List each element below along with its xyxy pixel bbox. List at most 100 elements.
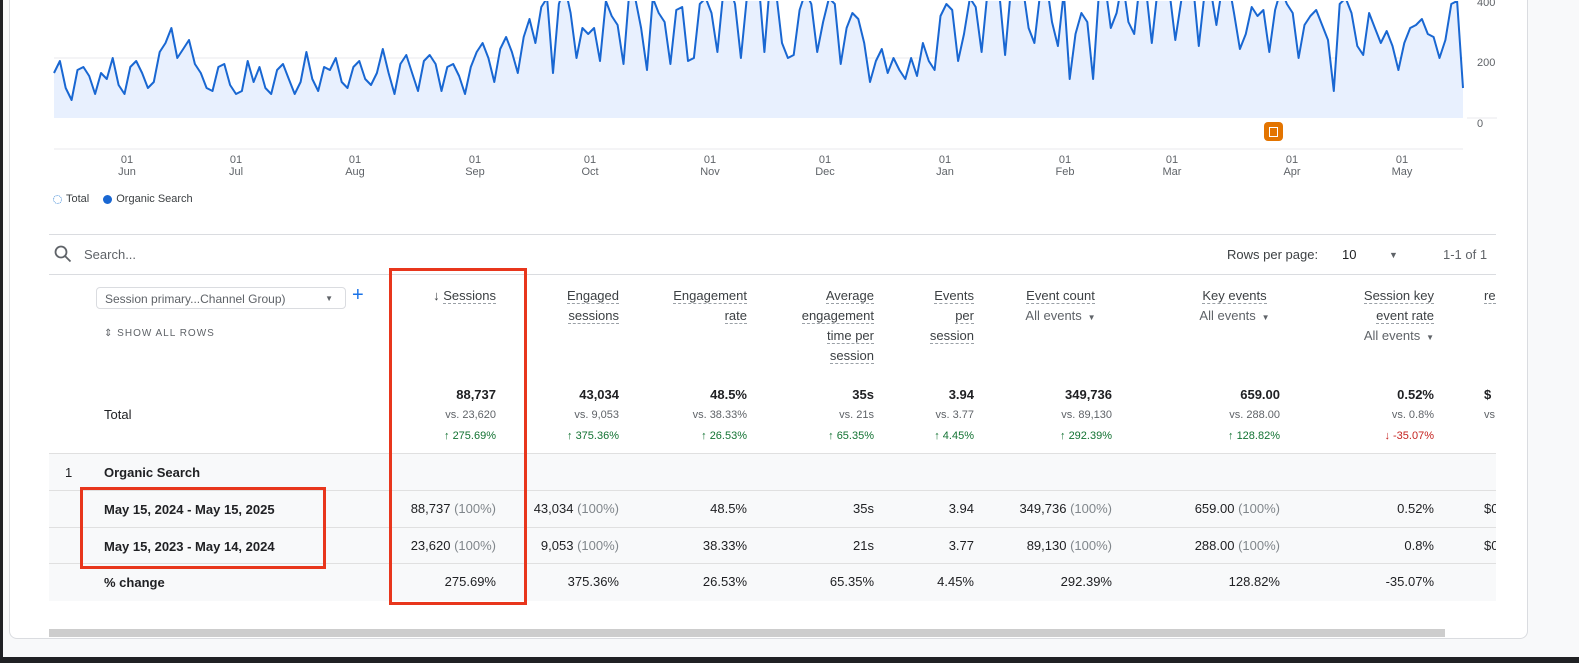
y-tick-label: 400 <box>1477 0 1496 9</box>
total-change: ↑ 292.39% <box>1060 430 1112 442</box>
column-header[interactable]: Session key event rate <box>1309 286 1434 326</box>
total-change: ↑ 375.36% <box>567 430 619 442</box>
chart-legend: Total Organic Search <box>53 193 193 205</box>
column-header-text: re <box>1484 288 1496 304</box>
arrow-up-icon: ↑ <box>567 430 576 442</box>
column-8: re $ vs $0.0 $0.0 <box>1484 274 1496 601</box>
column-header[interactable]: re <box>1484 286 1496 306</box>
x-tick-label: 01 May <box>1391 154 1413 178</box>
search-input[interactable]: Search... <box>84 247 136 262</box>
y-tick-label: 0 <box>1477 118 1484 130</box>
period1-value: 659.00 (100%) <box>1194 501 1280 516</box>
series-area <box>54 1 1463 118</box>
row-name[interactable]: Organic Search <box>104 465 200 480</box>
event-filter-select[interactable]: All events ▼ <box>1309 326 1434 348</box>
column-header[interactable]: Key events <box>1189 286 1280 306</box>
search-icon <box>54 245 72 263</box>
percent-change-value: 4.45% <box>937 574 974 589</box>
period2-value: 0.8% <box>1404 538 1434 553</box>
sessions-highlight-box <box>389 268 527 605</box>
rows-per-page-select[interactable]: 10 <box>1342 247 1356 262</box>
column-header-text: Session key <box>1363 288 1434 304</box>
window-edge-bottom <box>0 657 1579 663</box>
annotation-icon[interactable] <box>1264 122 1283 141</box>
column-header-text: engagement <box>801 308 874 324</box>
filter-label: All events <box>1363 328 1421 343</box>
column-header[interactable]: Events per session <box>909 286 974 346</box>
column-6: Key events All events ▼ 659.00 vs. 288.00 ↑ … <box>1189 274 1280 601</box>
column-header[interactable]: Engagement rate <box>649 286 747 326</box>
chevron-down-icon[interactable]: ▼ <box>1389 250 1398 260</box>
chevron-down-icon: ▼ <box>1085 313 1096 322</box>
horizontal-scrollbar[interactable] <box>49 629 1445 637</box>
period1-value: 3.94 <box>948 501 974 516</box>
column-header-text: session <box>929 328 974 344</box>
total-change: ↑ 4.45% <box>934 430 974 442</box>
total-value: 3.94 <box>948 387 974 402</box>
show-all-rows-button[interactable]: ⇕ SHOW ALL ROWS <box>104 328 215 339</box>
column-header-text: Events <box>934 288 974 304</box>
period1-value: 48.5% <box>710 501 747 516</box>
x-tick-label: 01 Dec <box>815 154 835 178</box>
total-comparison: vs <box>1484 409 1495 421</box>
column-2: Engagement rate 48.5% vs. 38.33% ↑ 26.53% 48.… <box>649 274 747 601</box>
column-5: Event count All events ▼ 349,736 vs. 89,130… <box>1009 274 1112 601</box>
total-comparison: vs. 38.33% <box>692 409 747 421</box>
x-tick-label: 01 Jun <box>118 154 136 178</box>
x-tick-label: 01 Apr <box>1283 154 1301 178</box>
event-filter-select[interactable]: All events ▼ <box>1009 306 1112 328</box>
total-change: ↑ 128.82% <box>1228 430 1280 442</box>
column-3: Average engagement time per session 35s vs. 2… <box>779 274 874 601</box>
window-edge <box>0 0 3 663</box>
table-toolbar: Search... Rows per page: 10 ▼ 1-1 of 1 <box>49 234 1496 275</box>
arrow-up-icon: ↑ <box>934 430 943 442</box>
period2-value: 288.00 (100%) <box>1194 538 1280 553</box>
sessions-line-chart <box>53 1 1497 150</box>
chevron-down-icon: ▼ <box>325 294 333 303</box>
column-header[interactable]: Average engagement time per session <box>779 286 874 366</box>
total-comparison: vs. 0.8% <box>1391 409 1434 421</box>
column-header-text: per <box>955 308 974 324</box>
arrow-down-icon: ↓ <box>1384 430 1394 442</box>
total-comparison: vs. 21s <box>839 409 874 421</box>
column-header-text: sessions <box>568 308 619 324</box>
column-header-text: session <box>829 348 874 364</box>
pagination-range: 1-1 of 1 <box>1443 247 1488 262</box>
rows-per-page-label: Rows per page: <box>1227 247 1319 262</box>
percent-change-value: 375.36% <box>567 574 619 589</box>
chevron-down-icon: ▼ <box>1423 333 1434 342</box>
period2-value: $0.0 <box>1484 538 1496 553</box>
report-card: 400 200 0 01 Jun 01 Jul 01 Aug 01 Sep 01 Oct 01 Nov 01… <box>9 0 1528 639</box>
period2-value: 3.77 <box>948 538 974 553</box>
column-header-text: event rate <box>1376 308 1434 324</box>
x-tick-label: 01 Mar <box>1162 154 1182 178</box>
legend-total[interactable]: Total <box>66 193 89 205</box>
period1-value: 0.52% <box>1397 501 1434 516</box>
total-value: 659.00 <box>1240 387 1280 402</box>
percent-change-value: 292.39% <box>1060 574 1112 589</box>
column-header[interactable]: Event count <box>1009 286 1112 306</box>
legend-organic-icon <box>103 194 113 204</box>
legend-organic-search[interactable]: Organic Search <box>116 193 192 205</box>
total-label: Total <box>104 407 132 422</box>
column-header-text: rate <box>724 308 747 324</box>
event-filter-select[interactable]: All events ▼ <box>1189 306 1280 328</box>
column-7: Session key event rate All events ▼ 0.52% vs… <box>1309 274 1434 601</box>
column-header-text: Engaged <box>566 288 619 304</box>
total-comparison: vs. 3.77 <box>935 409 974 421</box>
total-value: 0.52% <box>1397 387 1434 402</box>
total-value: 43,034 <box>579 387 619 402</box>
total-change: ↑ 65.35% <box>828 430 874 442</box>
period2-value: 9,053 (100%) <box>540 538 619 553</box>
arrow-up-icon: ↑ <box>701 430 710 442</box>
chevron-down-icon: ▼ <box>1259 313 1270 322</box>
period2-value: 21s <box>853 538 874 553</box>
column-header-text: Average <box>825 288 874 304</box>
dimension-select[interactable]: Session primary...Channel Group) ▼ <box>96 287 346 309</box>
total-comparison: vs. 288.00 <box>1229 409 1280 421</box>
total-comparison: vs. 89,130 <box>1061 409 1112 421</box>
add-dimension-button[interactable]: + <box>352 284 364 307</box>
legend-total-icon <box>53 194 62 204</box>
percent-change-value: 26.53% <box>702 574 747 589</box>
x-tick-label: 01 Feb <box>1055 154 1075 178</box>
